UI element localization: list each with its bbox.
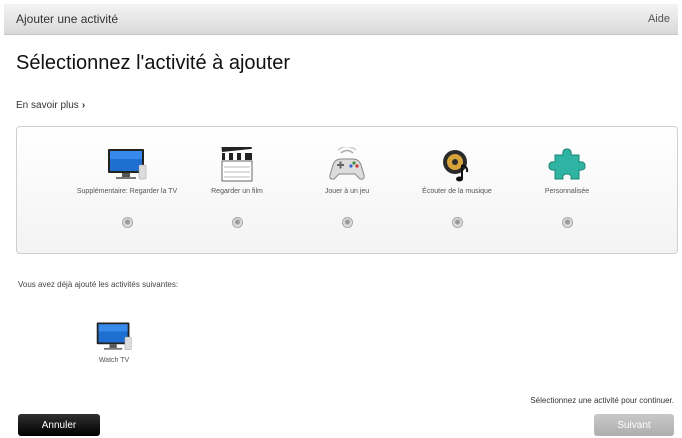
activity-radio[interactable] (231, 217, 243, 228)
music-icon (435, 147, 479, 183)
activity-label: Jouer à un jeu (324, 188, 370, 195)
activity-label: Supplémentaire: Regarder la TV (76, 188, 178, 195)
activity-radio[interactable] (561, 217, 573, 228)
gamepad-icon (325, 145, 369, 183)
activity-selection-panel: Supplémentaire: Regarder la TV Regarder (16, 126, 678, 254)
cancel-button[interactable]: Annuler (18, 414, 100, 436)
activity-watch-tv[interactable]: Supplémentaire: Regarder la TV (72, 147, 182, 228)
activity-listen-music[interactable]: Écouter de la musique (402, 147, 512, 228)
chevron-right-icon: › (81, 100, 86, 111)
title-bar: Ajouter une activité Aide (4, 4, 678, 35)
activity-play-game[interactable]: Jouer à un jeu (292, 145, 402, 228)
activity-label: Regarder un film (211, 188, 263, 195)
clapperboard-icon (215, 143, 259, 183)
added-activity-watch-tv: Watch TV (84, 320, 144, 364)
help-link[interactable]: Aide (648, 13, 670, 25)
tv-icon (94, 320, 134, 354)
page-title: Sélectionnez l'activité à ajouter (16, 52, 290, 74)
activity-watch-movie[interactable]: Regarder un film (182, 143, 292, 228)
activity-label: Personnalisée (544, 188, 590, 195)
tv-icon (105, 147, 149, 183)
activity-radio[interactable] (121, 217, 133, 228)
next-button[interactable]: Suivant (594, 414, 674, 436)
added-activities-heading: Vous avez déjà ajouté les activités suiv… (18, 280, 179, 289)
add-activity-window: Ajouter une activité Aide Sélectionnez l… (4, 4, 678, 436)
activity-radio[interactable] (451, 217, 463, 228)
activity-label: Écouter de la musique (422, 188, 492, 195)
learn-more-label: En savoir plus (16, 100, 79, 111)
window-title: Ajouter une activité (16, 12, 119, 26)
puzzle-icon (545, 147, 589, 183)
learn-more-link[interactable]: En savoir plus › (16, 100, 85, 111)
activity-radio[interactable] (341, 217, 353, 228)
activity-custom[interactable]: Personnalisée (512, 147, 622, 228)
added-activity-label: Watch TV (98, 357, 130, 364)
instruction-hint: Sélectionnez une activité pour continuer… (530, 396, 674, 405)
